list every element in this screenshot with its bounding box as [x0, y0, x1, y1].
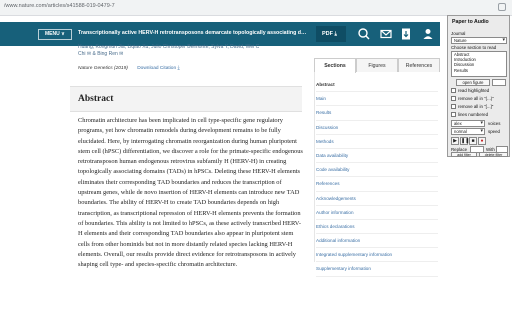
- play-icon[interactable]: ▶: [451, 137, 459, 145]
- stop-icon[interactable]: ■: [469, 137, 477, 145]
- voices-label: voices: [488, 121, 501, 126]
- tab-figures[interactable]: Figures: [356, 58, 398, 72]
- sections-listbox[interactable]: Abstract Introduction Discussion Results: [451, 51, 507, 77]
- abstract-heading-bar[interactable]: Abstract: [70, 86, 302, 112]
- sidebar-section-list: Abstract Main Results Discussion Methods…: [316, 78, 438, 277]
- journal-label: Journal: [451, 31, 466, 36]
- download-icon[interactable]: [398, 26, 414, 42]
- popup-title: Paper to Audio: [452, 19, 489, 25]
- pdf-download-button[interactable]: PDF ⤓: [316, 26, 346, 42]
- sidebar-divider: [314, 72, 315, 262]
- sidebar-item-main[interactable]: Main: [316, 92, 438, 107]
- article-title: Transcriptionally active HERV-H retrotra…: [78, 30, 308, 36]
- author-list: Huang, Kongmun Jia, Liqiao Xu, Julio Chr…: [78, 44, 298, 58]
- open-figure-button[interactable]: open figure: [456, 79, 490, 86]
- sidebar-item-author-information[interactable]: Author information: [316, 206, 438, 220]
- email-icon[interactable]: [378, 26, 394, 42]
- sidebar-item-code-availability[interactable]: Code availability: [316, 163, 438, 178]
- sidebar-item-acknowledgements[interactable]: Acknowledgements: [316, 192, 438, 206]
- sidebar-item-integrated-supplementary[interactable]: Integrated supplementary information: [316, 248, 438, 263]
- abstract-heading: Abstract: [78, 94, 114, 104]
- menu-button[interactable]: MENU ∨: [38, 29, 72, 40]
- sections-label: Choose section to read: [451, 45, 497, 50]
- tab-sections[interactable]: Sections: [314, 58, 356, 73]
- paper-to-audio-popup: Paper to Audio Journal Nature Choose sec…: [447, 15, 510, 157]
- journal-select[interactable]: Nature: [451, 37, 507, 44]
- sidebar-item-discussion[interactable]: Discussion: [316, 121, 438, 135]
- author-line[interactable]: Chi ✉ & Bing Ren ✉: [78, 51, 298, 58]
- sidebar-item-supplementary-information[interactable]: Supplementary information: [316, 262, 438, 277]
- author-line[interactable]: Huang, Kongmun Jia, Liqiao Xu, Julio Chr…: [78, 44, 298, 51]
- speed-select-value: normal: [454, 129, 467, 134]
- lines-numbered-label: lines numbered: [458, 112, 489, 117]
- speed-select[interactable]: normal: [451, 128, 485, 135]
- delete-filter-button[interactable]: delete filter: [479, 152, 508, 157]
- remove-brackets-checkbox[interactable]: [451, 104, 456, 109]
- address-bar[interactable]: /www.nature.com/articles/s41588-019-0479…: [0, 0, 512, 16]
- sidebar-item-results[interactable]: Results: [316, 106, 438, 121]
- extension-icon[interactable]: [498, 3, 506, 11]
- citation-line: Nature Genetics (2019) Download Citation…: [78, 65, 180, 71]
- speed-label: speed: [488, 129, 500, 134]
- search-icon[interactable]: [356, 26, 372, 42]
- sidebar-item-abstract[interactable]: Abstract: [316, 78, 438, 93]
- section-option[interactable]: Results: [454, 68, 506, 73]
- remove-brackets-label: remove all in "[...]": [458, 104, 494, 109]
- lines-numbered-checkbox[interactable]: [451, 112, 456, 117]
- voice-select-value: alex: [454, 121, 462, 126]
- sidebar-item-references[interactable]: References: [316, 177, 438, 192]
- sidebar-item-ethics-declarations[interactable]: Ethics declarations: [316, 220, 438, 235]
- tab-references[interactable]: References: [398, 58, 440, 72]
- remove-parens-checkbox[interactable]: [451, 96, 456, 101]
- add-filter-button[interactable]: add filter: [451, 152, 477, 157]
- remove-parens-label: remove all in "(...)": [458, 96, 494, 101]
- read-highlighted-label: read highlighted: [458, 88, 490, 93]
- url-text[interactable]: /www.nature.com/articles/s41588-019-0479…: [4, 3, 115, 9]
- journal-name: Nature Genetics (2019): [78, 66, 128, 71]
- journal-select-value: Nature: [454, 38, 467, 43]
- voice-select[interactable]: alex: [451, 120, 485, 127]
- sidebar-item-additional-information[interactable]: Additional information: [316, 234, 438, 249]
- article-header-bar: MENU ∨ Transcriptionally active HERV-H r…: [0, 22, 440, 46]
- record-icon[interactable]: ●: [478, 137, 486, 145]
- account-icon[interactable]: [420, 26, 436, 42]
- sidebar-item-data-availability[interactable]: Data availability: [316, 149, 438, 164]
- download-citation-link[interactable]: Download Citation ⤓: [137, 66, 179, 71]
- pause-icon[interactable]: ❚❚: [460, 137, 469, 145]
- abstract-text: Chromatin architecture has been implicat…: [78, 117, 303, 269]
- read-highlighted-checkbox[interactable]: [451, 88, 456, 93]
- sidebar-tabs: Sections Figures References: [314, 58, 440, 73]
- sidebar-item-methods[interactable]: Methods: [316, 135, 438, 149]
- figure-number-input[interactable]: [492, 79, 506, 86]
